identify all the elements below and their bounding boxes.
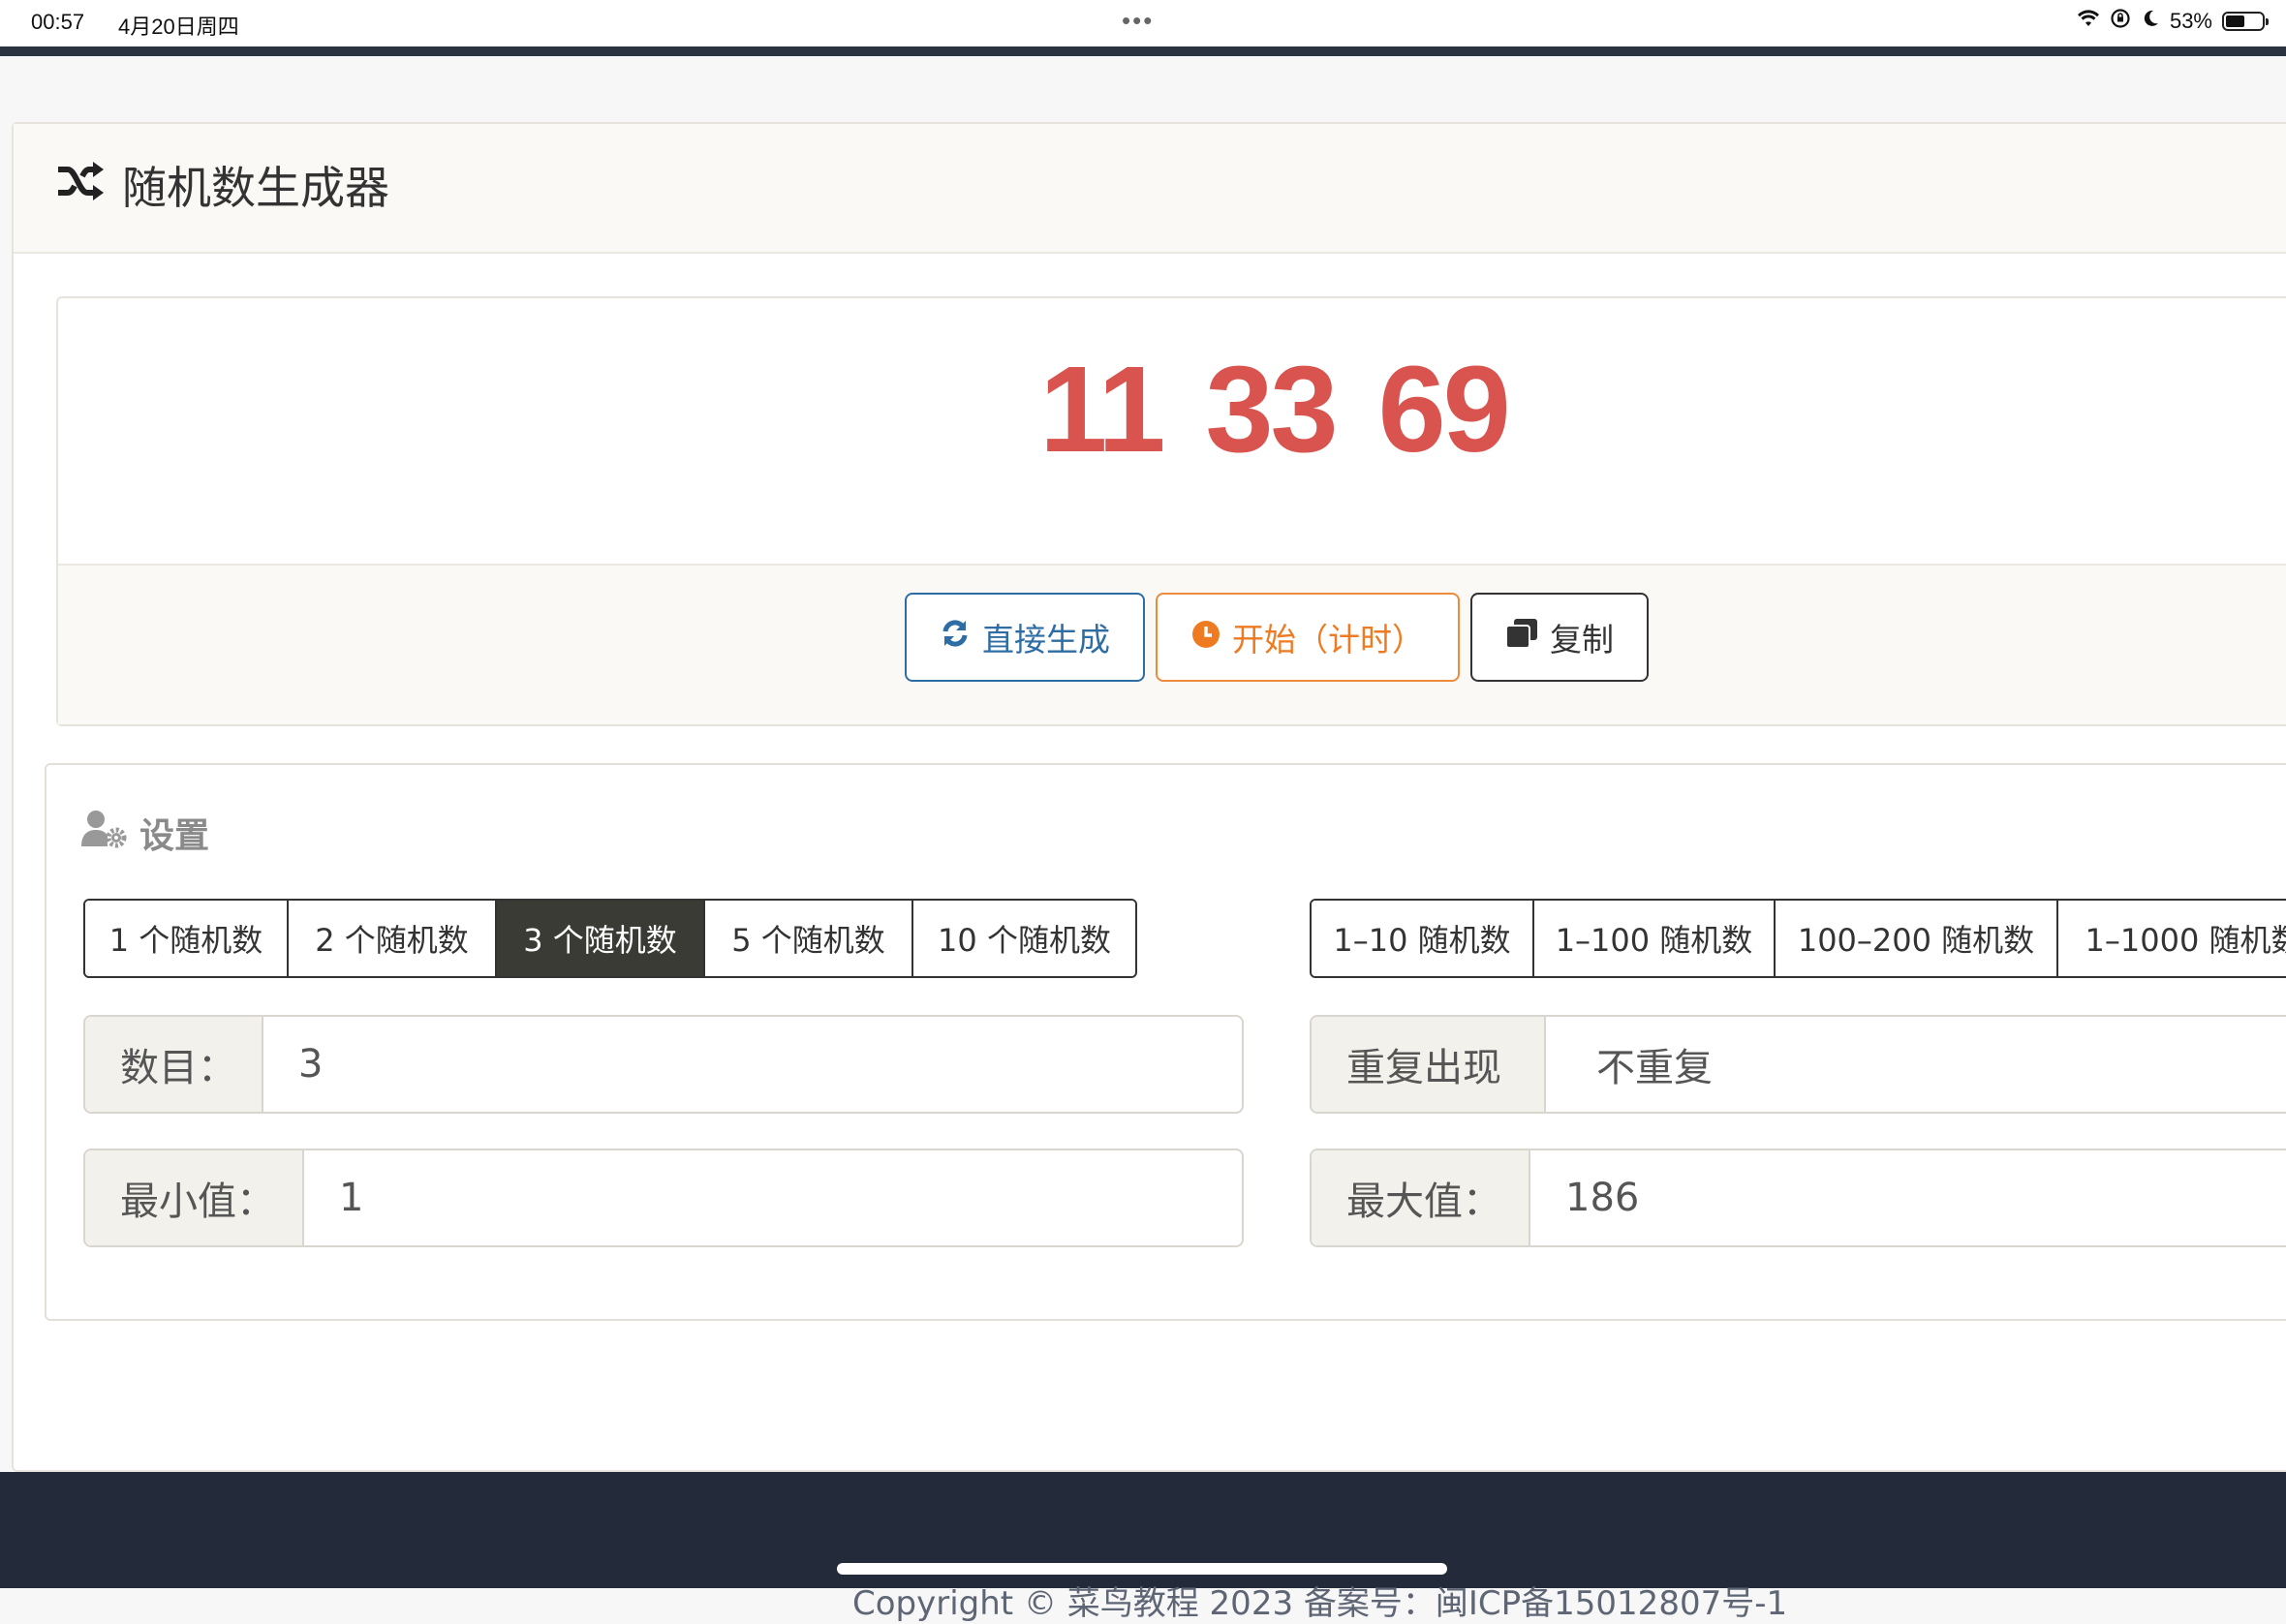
start-timer-label: 开始（计时）: [1232, 621, 1424, 659]
generate-button-label: 直接生成: [982, 621, 1110, 659]
home-indicator[interactable]: [837, 1563, 1447, 1575]
range-preset-1-100[interactable]: 1–100 随机数: [1534, 901, 1776, 976]
repeat-input-group: 重复出现 不重复: [1310, 1015, 2286, 1114]
count-preset-5[interactable]: 5 个随机数: [705, 901, 913, 976]
count-input[interactable]: 3: [263, 1017, 1242, 1112]
count-input-group: 数目： 3: [83, 1015, 1244, 1114]
clock-icon: [1191, 619, 1220, 657]
range-preset-1-10[interactable]: 1–10 随机数: [1312, 901, 1534, 976]
settings-title-text: 设置: [139, 816, 210, 856]
page-title: 随机数生成器: [56, 153, 389, 217]
panel-header: 随机数生成器: [14, 124, 2286, 254]
multitask-dots-icon[interactable]: •••: [1122, 6, 1154, 36]
max-input[interactable]: 186: [1530, 1150, 2286, 1245]
battery-icon: [2222, 12, 2269, 31]
top-bar-strip: [0, 46, 2286, 56]
range-preset-group: 1–10 随机数 1–100 随机数 100–200 随机数 1–1000 随机…: [1310, 899, 2286, 978]
user-gear-icon: [81, 810, 128, 857]
count-preset-3[interactable]: 3 个随机数: [497, 901, 705, 976]
copy-button[interactable]: 复制: [1470, 593, 1649, 682]
status-bar: 00:57 4月20日周四 ••• 53%: [0, 0, 2286, 46]
random-result: 11 33 69: [1039, 341, 1511, 477]
copy-icon: [1505, 618, 1538, 657]
count-preset-group: 1 个随机数 2 个随机数 3 个随机数 5 个随机数 10 个随机数: [83, 899, 1137, 978]
status-right: 53%: [2077, 8, 2269, 35]
count-preset-10[interactable]: 10 个随机数: [913, 901, 1135, 976]
range-preset-1-1000[interactable]: 1–1000 随机数: [2058, 901, 2286, 976]
repeat-select[interactable]: 不重复: [1546, 1017, 2286, 1112]
count-preset-1[interactable]: 1 个随机数: [85, 901, 289, 976]
rotation-lock-icon: [2110, 8, 2131, 35]
min-label: 最小值：: [85, 1150, 304, 1245]
shuffle-icon: [56, 159, 105, 211]
wifi-icon: [2077, 9, 2100, 34]
min-input-group: 最小值： 1: [83, 1149, 1244, 1247]
repeat-label: 重复出现: [1312, 1017, 1546, 1112]
copy-button-label: 复制: [1550, 621, 1614, 659]
status-date: 4月20日周四: [118, 15, 239, 39]
range-preset-100-200[interactable]: 100–200 随机数: [1776, 901, 2058, 976]
battery-percent: 53%: [2169, 9, 2212, 33]
generate-button[interactable]: 直接生成: [905, 593, 1145, 682]
count-label: 数目：: [85, 1017, 263, 1112]
settings-title: 设置: [81, 808, 209, 858]
footer-copyright: Copyright © 菜鸟教程 2023 备案号：闽ICP备15012807号…: [852, 1584, 1788, 1623]
moon-icon: [2141, 9, 2160, 34]
min-input[interactable]: 1: [304, 1150, 1242, 1245]
refresh-icon: [940, 618, 971, 657]
count-preset-2[interactable]: 2 个随机数: [289, 901, 497, 976]
max-input-group: 最大值： 186: [1310, 1149, 2286, 1247]
start-timer-button[interactable]: 开始（计时）: [1156, 593, 1460, 682]
page-title-text: 随机数生成器: [122, 162, 389, 214]
status-time: 00:57: [31, 10, 85, 34]
battery-level: [2226, 15, 2245, 27]
max-label: 最大值：: [1312, 1150, 1530, 1245]
